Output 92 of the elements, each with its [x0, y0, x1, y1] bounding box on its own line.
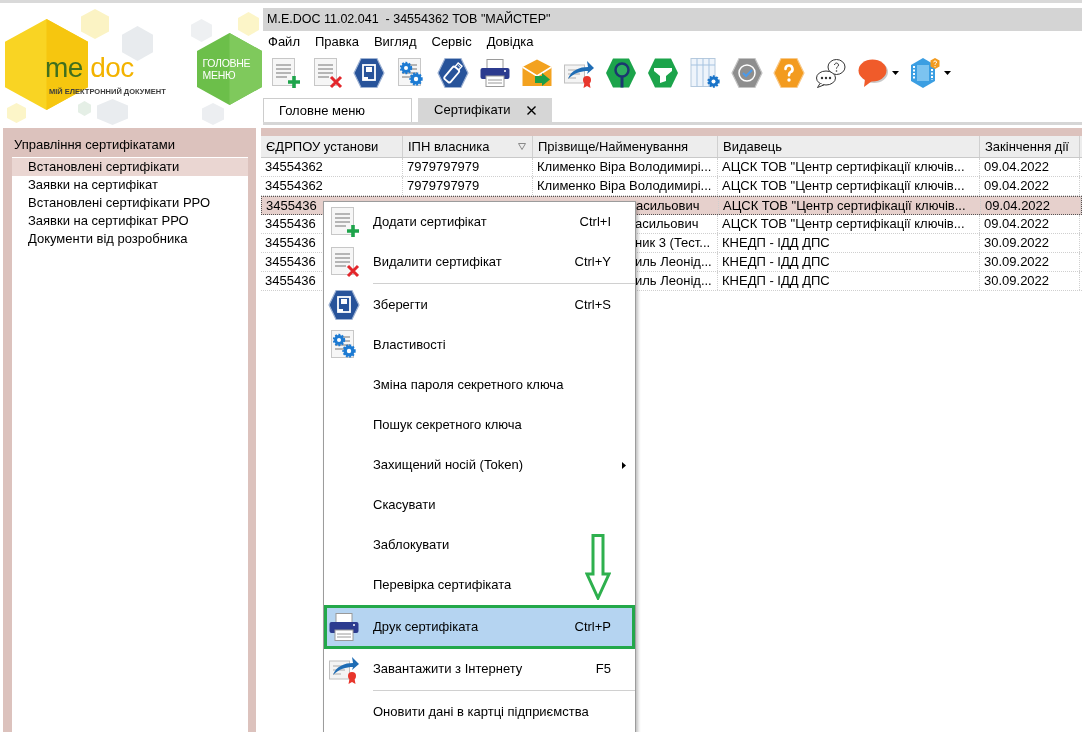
close-icon[interactable] [526, 105, 536, 115]
table-cell: 09.04.2022 [984, 159, 1050, 175]
hexagon-icon [238, 12, 259, 36]
add-document-icon[interactable] [269, 57, 301, 90]
funnel-icon[interactable] [647, 57, 679, 90]
hexagon-icon [81, 9, 109, 39]
table-cell: КНЕДП - ІДД ДПС [722, 273, 830, 289]
menu-item[interactable]: Завантажити з Інтернету F5 [324, 649, 635, 689]
table-cell: КНЕДП - ІДД ДПС [722, 254, 830, 270]
table-cell: ник 3 (Тест... [635, 235, 711, 251]
delete-document-icon [328, 246, 360, 278]
shortcut-label: Ctrl+P [574, 619, 611, 635]
table-cell: 7979797979 [407, 178, 480, 194]
printer-icon [328, 611, 360, 643]
menu-item[interactable]: Оновити дані в картці підприємства [324, 692, 635, 732]
menu-item[interactable]: Перевірка сертифіката [324, 565, 635, 605]
column-header[interactable]: Видавець [723, 138, 782, 155]
shortcut-label: Ctrl+Y [574, 254, 611, 270]
table-cell: 30.09.2022 [984, 254, 1050, 270]
save-icon [328, 289, 360, 321]
menu-item[interactable]: Пошук секретного ключа [324, 405, 635, 445]
filter-icon[interactable] [518, 143, 526, 150]
table-cell: 3455436 [265, 216, 316, 232]
menu-bar-item[interactable]: Вигляд [373, 33, 417, 50]
menu-item[interactable]: Заблокувати [324, 525, 635, 565]
shortcut-label: Ctrl+I [579, 214, 611, 230]
caret-icon[interactable] [944, 71, 951, 76]
delete-document-icon[interactable] [311, 57, 343, 90]
table-cell: иль Леонід... [635, 254, 712, 270]
hexagon-icon [7, 103, 26, 123]
table-cell: 34554362 [265, 159, 323, 175]
menu-item[interactable]: Друк сертифіката Ctrl+P [324, 605, 635, 649]
save-icon[interactable] [353, 57, 385, 90]
hexagon-icon [78, 101, 91, 116]
menu-item[interactable]: Зміна пароля секретного ключа [324, 365, 635, 405]
window-title: M.E.DOC 11.02.041 - 34554362 ТОВ "МАЙСТЕР" [267, 11, 551, 28]
table-cell: 09.04.2022 [984, 216, 1050, 232]
table-gear-icon[interactable] [689, 57, 721, 90]
menu-item[interactable]: Скасувати [324, 485, 635, 525]
table-cell: иль Леонід... [635, 273, 712, 289]
table-row[interactable]: 34554362 7979797979 Клименко Віра Володимирі... АЦСК ТОВ "Центр сертифікації ключів... 09.04.2022 [261, 158, 1082, 177]
logo-wordmark: me doc [45, 53, 134, 83]
table-cell: 30.09.2022 [984, 273, 1050, 289]
menu-item[interactable]: Властивості [324, 325, 635, 365]
hexagon-icon [191, 19, 212, 42]
down-arrow-icon [585, 534, 611, 600]
search-icon[interactable] [605, 57, 637, 90]
table-cell: 3455436 [265, 254, 316, 270]
submenu-arrow-icon [622, 461, 626, 469]
table-cell: КНЕДП - ІДД ДПС [722, 235, 830, 251]
table-cell: 3455436 [265, 235, 316, 251]
menu-bar-item[interactable]: Правка [314, 33, 359, 50]
table-cell: 3455436 [265, 273, 316, 289]
column-header[interactable]: Закінчення дії [985, 138, 1069, 155]
table-cell: АЦСК ТОВ "Центр сертифікації ключів... [722, 216, 965, 232]
sidebar-title: Управління сертифікатами [13, 136, 176, 154]
check-icon[interactable] [731, 57, 763, 90]
printer-icon[interactable] [479, 57, 511, 90]
sidebar-item[interactable]: Встановлені сертифікати РРО [12, 194, 248, 212]
table-cell: Клименко Віра Володимирі... [537, 159, 712, 175]
table-cell: 34554362 [265, 178, 323, 194]
table-cell: 09.04.2022 [984, 178, 1050, 194]
column-header[interactable]: Прізвище/Найменування [538, 138, 689, 155]
shortcut-label: Ctrl+S [574, 297, 611, 313]
table-cell: Клименко Віра Володимирі... [537, 178, 712, 194]
table-cell: АЦСК ТОВ "Центр сертифікації ключів... [722, 159, 965, 175]
usb-drive-icon[interactable] [437, 57, 469, 90]
table-cell: асильович [635, 216, 699, 232]
table-cell: 30.09.2022 [984, 235, 1050, 251]
sidebar-item[interactable]: Встановлені сертифікати [12, 158, 248, 176]
table-cell: АЦСК ТОВ "Центр сертифікації ключів... [723, 197, 966, 214]
table-cell: 3455436 [266, 197, 317, 214]
menu-item[interactable]: Захищений носій (Token) [324, 445, 635, 485]
table-cell: АЦСК ТОВ "Центр сертифікації ключів... [722, 178, 965, 194]
sidebar-item[interactable]: Документи від розробника [12, 230, 248, 248]
add-document-icon [328, 206, 360, 238]
sidebar-item[interactable]: Заявки на сертифікат РРО [12, 212, 248, 230]
table-cell: асильович [636, 197, 700, 214]
sidebar-item[interactable]: Заявки на сертифікат [12, 176, 248, 194]
column-header[interactable]: ЄДРПОУ установи [266, 138, 379, 155]
hexagon-icon [202, 103, 224, 125]
table-cell: 7979797979 [407, 159, 480, 175]
menu-bar-item[interactable]: Сервіс [431, 33, 472, 50]
tab[interactable]: Сертифікати [418, 98, 552, 123]
column-header[interactable]: ІПН власника [408, 138, 490, 155]
caret-icon[interactable] [892, 71, 899, 76]
tab[interactable]: Головне меню [263, 98, 413, 123]
chat-bubbles-icon[interactable] [815, 57, 847, 90]
menu-bar-item[interactable]: Файл [268, 33, 300, 50]
menu-bar-item[interactable]: Довідка [486, 33, 534, 50]
shortcut-label: F5 [595, 661, 611, 677]
table-cell: 09.04.2022 [985, 197, 1051, 214]
